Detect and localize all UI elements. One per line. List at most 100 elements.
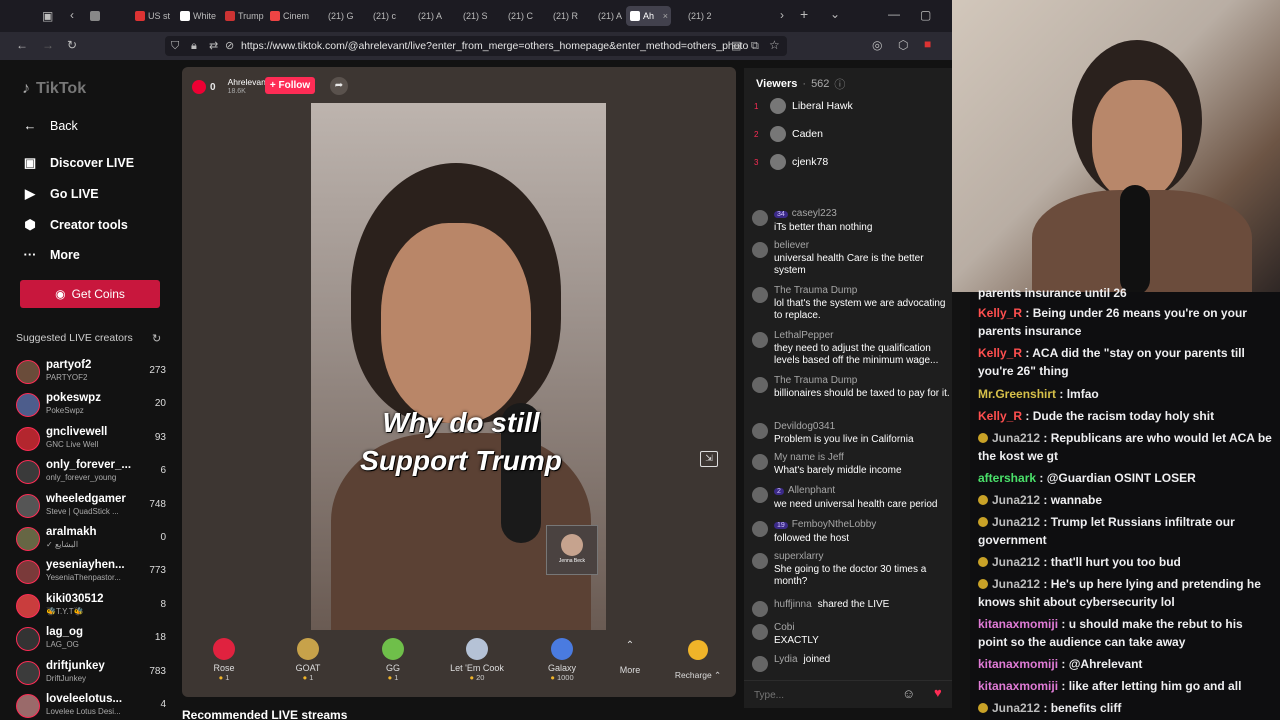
chat-username[interactable]: FemboyNtheLobby — [792, 519, 877, 530]
share-icon[interactable]: ➦ — [330, 77, 348, 95]
gift-item[interactable]: Rose ● 1 — [194, 638, 254, 682]
chat-input[interactable] — [754, 687, 894, 703]
avatar[interactable] — [752, 553, 768, 569]
account-icon[interactable]: ◎ — [872, 39, 882, 51]
bookmark-star-icon[interactable]: ☆ — [769, 39, 780, 51]
creator-item[interactable]: pokeswpz PokeSwpz 20 — [16, 390, 166, 420]
avatar[interactable] — [752, 656, 768, 672]
creator-item[interactable]: yeseniayhen... YeseniaThenpastor... 773 — [16, 557, 166, 587]
nav-go-live[interactable]: ▶ Go LIVE — [22, 186, 99, 202]
top-viewer-row[interactable]: 1 Liberal Hawk — [754, 98, 853, 114]
chat-username[interactable]: Lydia — [774, 654, 798, 665]
chat-username[interactable]: believer — [774, 240, 809, 251]
browser-tab[interactable]: (21) A — [581, 6, 626, 26]
url-text[interactable]: https://www.tiktok.com/@ahrelevant/live?… — [241, 40, 748, 52]
minimize-icon[interactable]: — — [888, 8, 900, 20]
host-name[interactable]: Ahrelevant — [228, 77, 269, 87]
chat-username[interactable]: caseyl223 — [792, 208, 837, 219]
avatar[interactable] — [752, 332, 768, 348]
browser-tab[interactable]: Cinem — [266, 6, 311, 26]
browser-tab[interactable]: (21) S — [446, 6, 491, 26]
avatar[interactable] — [752, 210, 768, 226]
popout-icon[interactable]: ⇲ — [700, 451, 718, 467]
gift-item[interactable]: Galaxy ● 1000 — [532, 638, 592, 682]
refresh-icon[interactable]: ↻ — [152, 333, 161, 345]
new-tab-icon[interactable]: + — [800, 7, 808, 21]
follow-button[interactable]: + Follow — [265, 77, 315, 94]
screenshot-icon[interactable]: ⧉ — [751, 40, 759, 52]
video-frame[interactable]: Jenna Beck — [311, 103, 606, 630]
avatar[interactable] — [752, 242, 768, 258]
reload-icon[interactable]: ↻ — [67, 39, 77, 51]
extensions-icon[interactable]: ⬡ — [898, 39, 908, 51]
creator-item[interactable]: driftjunkey DriftJunkey 783 — [16, 658, 166, 688]
creator-item[interactable]: kiki030512 🐝T.Y.T🐝 8 — [16, 591, 166, 621]
chat-username[interactable]: LethalPepper — [774, 330, 834, 341]
creator-item[interactable]: lag_og LAG_OG 18 — [16, 624, 166, 654]
browser-tab[interactable]: (21) G — [311, 6, 356, 26]
heart-icon[interactable]: ♥ — [934, 686, 942, 699]
permissions-icon[interactable]: ⇄ — [209, 40, 218, 52]
lock-icon[interactable]: 🔒︎ — [191, 40, 197, 52]
creator-item[interactable]: wheeledgamer Steve | QuadStick ... 748 — [16, 491, 166, 521]
chat-username[interactable]: My name is Jeff — [774, 452, 844, 463]
browser-tab[interactable]: (21) R — [536, 6, 581, 26]
pip-guest[interactable]: Jenna Beck — [546, 525, 598, 575]
chat-username[interactable]: huffjinna — [774, 599, 812, 610]
extension-badge-icon[interactable]: ■ — [924, 38, 931, 50]
chat-username[interactable]: Cobi — [774, 622, 795, 633]
site-info-icon[interactable]: ⊘ — [225, 40, 234, 52]
back-link[interactable]: ← Back — [22, 118, 78, 133]
avatar[interactable] — [752, 601, 768, 617]
close-tab-icon[interactable]: × — [663, 11, 671, 21]
tiktok-logo[interactable]: ♪ TikTok — [22, 80, 86, 98]
top-viewer-row[interactable]: 3 cjenk78 — [754, 154, 828, 170]
browser-tab[interactable] — [86, 6, 131, 26]
browser-tab[interactable]: (21) 2 — [671, 6, 716, 26]
gift-item[interactable]: GG ● 1 — [363, 638, 423, 682]
get-coins-button[interactable]: ◉ Get Coins — [20, 280, 160, 308]
gift-item[interactable]: GOAT ● 1 — [278, 638, 338, 682]
recharge-button[interactable]: Recharge ⌃ — [668, 640, 728, 681]
avatar[interactable] — [752, 377, 768, 393]
browser-tab[interactable]: (21) C — [491, 6, 536, 26]
avatar[interactable] — [752, 521, 768, 537]
nav-more[interactable]: ··· More — [22, 247, 80, 262]
avatar[interactable] — [752, 287, 768, 303]
creator-item[interactable]: only_forever_... only_forever_young 6 — [16, 457, 166, 487]
creator-item[interactable]: aralmakh ✓ البشايع 0 — [16, 524, 166, 554]
browser-tab[interactable]: White — [176, 6, 221, 26]
chat-username[interactable]: Devildog0341 — [774, 421, 835, 432]
nav-discover-live[interactable]: ▣ Discover LIVE — [22, 155, 134, 171]
info-icon[interactable]: ⓘ — [834, 76, 845, 92]
tab-scroll-right-icon[interactable]: › — [780, 9, 784, 21]
browser-tab[interactable]: Ah × — [626, 6, 671, 26]
chat-username[interactable]: Allenphant — [788, 485, 835, 496]
avatar[interactable] — [752, 624, 768, 640]
avatar[interactable] — [752, 423, 768, 439]
avatar[interactable] — [752, 454, 768, 470]
browser-tab[interactable]: Trump — [221, 6, 266, 26]
chat-username[interactable]: The Trauma Dump — [774, 375, 857, 386]
nav-creator-tools[interactable]: ⬢ Creator tools — [22, 217, 127, 233]
host-avatar[interactable] — [192, 80, 206, 94]
emoji-icon[interactable]: ☺ — [902, 687, 915, 700]
reader-view-icon[interactable]: ▤ — [731, 40, 741, 52]
creator-item[interactable]: gnclivewell GNC Live Well 93 — [16, 424, 166, 454]
chat-username[interactable]: superxlarry — [774, 551, 823, 562]
gift-more-button[interactable]: ⌃ More — [610, 640, 650, 675]
shield-icon[interactable]: ⛉ — [171, 40, 179, 52]
avatar[interactable] — [752, 487, 768, 503]
tab-scroll-left-icon[interactable]: ‹ — [70, 9, 74, 21]
browser-tab[interactable]: (21) A — [401, 6, 446, 26]
top-viewer-row[interactable]: 2 Caden — [754, 126, 823, 142]
gift-item[interactable]: Let 'Em Cook ● 20 — [447, 638, 507, 682]
creator-item[interactable]: loveleelotus... Loveleе Lotus Desi... 4 — [16, 691, 166, 720]
maximize-icon[interactable]: ▢ — [920, 9, 931, 21]
tab-manager-icon[interactable]: ▣ — [42, 10, 53, 22]
back-arrow-icon[interactable]: ← — [16, 39, 28, 51]
browser-tab[interactable]: (21) c — [356, 6, 401, 26]
chat-username[interactable]: The Trauma Dump — [774, 285, 857, 296]
url-bar[interactable]: ⛉ 🔒︎ ⇄ ⊘ https://www.tiktok.com/@ahrelev… — [165, 36, 787, 56]
forward-arrow-icon[interactable]: → — [42, 39, 54, 51]
